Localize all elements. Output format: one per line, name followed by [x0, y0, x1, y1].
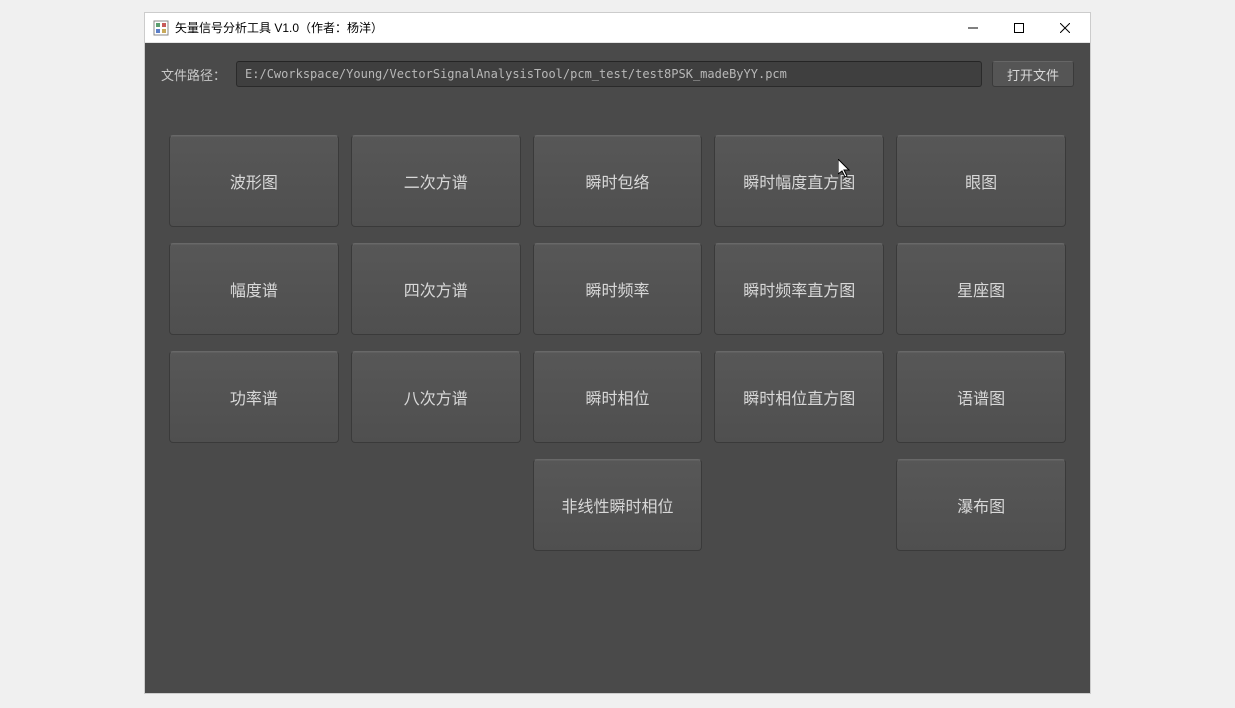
- nonlinear-instant-phase-button[interactable]: 非线性瞬时相位: [533, 459, 703, 551]
- instant-phase-button[interactable]: 瞬时相位: [533, 351, 703, 443]
- constellation-button[interactable]: 星座图: [896, 243, 1066, 335]
- instant-envelope-button[interactable]: 瞬时包络: [533, 135, 703, 227]
- power-spectrum-button[interactable]: 功率谱: [169, 351, 339, 443]
- waterfall-button[interactable]: 瀑布图: [896, 459, 1066, 551]
- instant-phase-histogram-button[interactable]: 瞬时相位直方图: [714, 351, 884, 443]
- app-icon: [153, 20, 169, 36]
- waveform-button[interactable]: 波形图: [169, 135, 339, 227]
- eye-diagram-button[interactable]: 眼图: [896, 135, 1066, 227]
- spectrogram-button[interactable]: 语谱图: [896, 351, 1066, 443]
- quartic-spectrum-button[interactable]: 四次方谱: [351, 243, 521, 335]
- analysis-button-grid: 波形图 二次方谱 瞬时包络 瞬时幅度直方图 眼图 幅度谱 四次方谱 瞬时频率 瞬…: [161, 135, 1074, 551]
- instant-frequency-histogram-button[interactable]: 瞬时频率直方图: [714, 243, 884, 335]
- window-controls: [950, 13, 1088, 42]
- amplitude-spectrum-button[interactable]: 幅度谱: [169, 243, 339, 335]
- close-button[interactable]: [1042, 13, 1088, 42]
- file-path-label: 文件路径：: [161, 65, 226, 84]
- app-window: 矢量信号分析工具 V1.0（作者：杨洋） 文件路径： 打开文件 波形图 二次方谱…: [144, 12, 1091, 694]
- window-title: 矢量信号分析工具 V1.0（作者：杨洋）: [175, 19, 950, 36]
- file-path-input[interactable]: [236, 61, 982, 87]
- titlebar: 矢量信号分析工具 V1.0（作者：杨洋）: [145, 13, 1090, 43]
- instant-amplitude-histogram-button[interactable]: 瞬时幅度直方图: [714, 135, 884, 227]
- instant-frequency-button[interactable]: 瞬时频率: [533, 243, 703, 335]
- octic-spectrum-button[interactable]: 八次方谱: [351, 351, 521, 443]
- open-file-button[interactable]: 打开文件: [992, 61, 1074, 87]
- minimize-button[interactable]: [950, 13, 996, 42]
- content-area: 文件路径： 打开文件 波形图 二次方谱 瞬时包络 瞬时幅度直方图 眼图 幅度谱 …: [145, 43, 1090, 693]
- maximize-button[interactable]: [996, 13, 1042, 42]
- square-spectrum-button[interactable]: 二次方谱: [351, 135, 521, 227]
- file-path-row: 文件路径： 打开文件: [161, 61, 1074, 87]
